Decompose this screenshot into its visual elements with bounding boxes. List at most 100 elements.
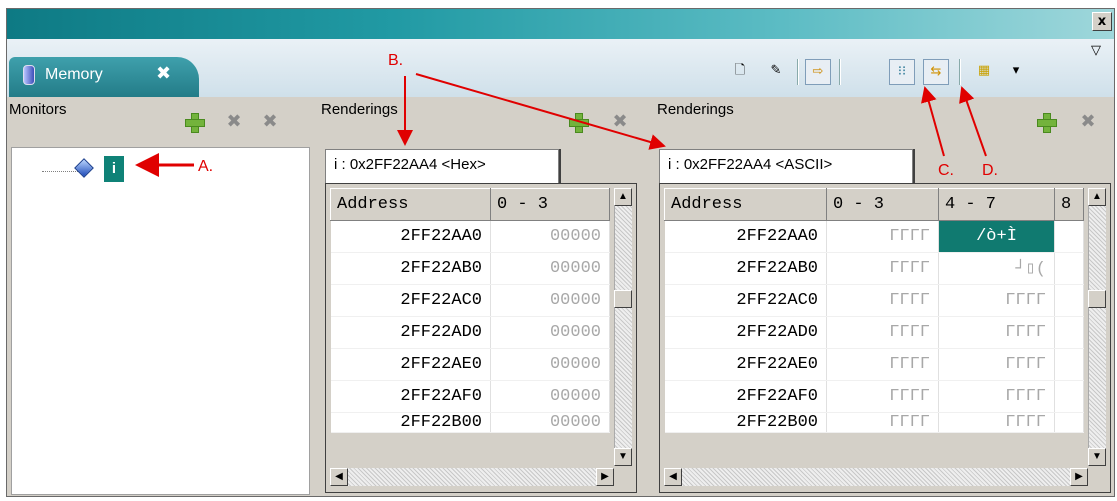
edit-icon[interactable]: ✎ [763,59,789,85]
annotation-label-a: A. [198,158,214,175]
column-header[interactable]: 0 - 3 [826,188,939,221]
remove-all-monitors-icon[interactable]: ✖ [261,113,279,131]
scroll-down-button[interactable]: ▼ [614,448,632,466]
memory-cell[interactable]: 00000 [490,220,610,253]
memory-icon [23,65,35,85]
scroll-up-button[interactable]: ▲ [614,188,632,206]
column-header[interactable]: 8 [1054,188,1084,221]
vertical-scrollbar[interactable] [1088,188,1106,466]
memory-cell[interactable]: ΓΓΓΓ [826,284,939,317]
address-cell[interactable]: 2FF22AE0 [664,348,827,381]
window-close-button[interactable]: x [1092,12,1112,31]
memory-cell-selected[interactable]: /ò+Ì [938,220,1055,253]
monitor-item-i[interactable]: i [104,156,124,182]
add-monitor-icon[interactable] [185,113,205,133]
address-cell[interactable]: 2FF22AF0 [664,380,827,413]
address-cell[interactable]: 2FF22AC0 [330,284,491,317]
memory-cell[interactable]: ΓΓΓΓ [826,380,939,413]
scroll-up-button[interactable]: ▲ [1088,188,1106,206]
horizontal-scrollbar[interactable] [330,468,614,486]
add-rendering-right-icon[interactable] [1037,113,1057,133]
toolbar-separator [797,59,799,85]
vertical-scrollbar[interactable] [614,188,632,466]
window-titlebar: x [7,9,1114,39]
memory-cell[interactable] [1054,412,1084,433]
memory-cell[interactable] [1054,220,1084,253]
address-cell[interactable]: 2FF22AB0 [330,252,491,285]
link-renderings-icon[interactable]: ⇨ [805,59,831,85]
scroll-right-button[interactable]: ▶ [1070,468,1088,486]
address-cell[interactable]: 2FF22AA0 [664,220,827,253]
memory-cell[interactable] [1054,284,1084,317]
memory-cell[interactable]: ΓΓΓΓ [938,348,1055,381]
swap-renderings-icon[interactable]: ⇆ [923,59,949,85]
column-header[interactable]: Address [330,188,491,221]
memory-cell[interactable]: ΓΓΓΓ [938,316,1055,349]
memory-cell[interactable]: ΓΓΓΓ [826,220,939,253]
table-row: 2FF22AB0 00000 [330,252,610,285]
scroll-left-button[interactable]: ◀ [664,468,682,486]
memory-cell[interactable]: ΓΓΓΓ [826,316,939,349]
memory-cell[interactable]: 00000 [490,252,610,285]
address-cell[interactable]: 2FF22B00 [330,412,491,433]
memory-cell[interactable] [1054,380,1084,413]
memory-cell[interactable]: 00000 [490,412,610,433]
scroll-right-button[interactable]: ▶ [596,468,614,486]
layout-icon[interactable]: ▦ [971,59,997,85]
memory-cell[interactable] [1054,316,1084,349]
ascii-memory-table: Address 0 - 34 - 78 2FF22AA0 ΓΓΓΓ/ò+Ì 2FF2… [664,188,1084,433]
table-row: 2FF22AE0 ΓΓΓΓ ΓΓΓΓ [664,348,1084,381]
column-header[interactable]: 4 - 7 [938,188,1055,221]
memory-cell[interactable]: 00000 [490,316,610,349]
horizontal-scrollbar[interactable] [664,468,1088,486]
view-menu-icon[interactable]: ▽ [1083,39,1109,65]
chevron-down-icon[interactable]: ▾ [1003,59,1029,85]
remove-rendering-left-icon[interactable]: ✖ [611,113,629,131]
new-page-icon[interactable]: 🗋 [727,59,753,85]
memory-cell[interactable]: ΓΓΓΓ [938,284,1055,317]
address-cell[interactable]: 2FF22AD0 [330,316,491,349]
memory-cell[interactable] [1054,252,1084,285]
memory-cell[interactable]: 00000 [490,380,610,413]
table-row: 2FF22AA0 ΓΓΓΓ/ò+Ì [664,220,1084,253]
view-toolbar: Memory ✖ 🗋 ✎ ⇨ ⁝⁝ ⇆ ▦ ▾ ▽ [7,39,1114,97]
remove-rendering-right-icon[interactable]: ✖ [1079,113,1097,131]
toggle-split-pane-icon[interactable]: ⁝⁝ [889,59,915,85]
add-rendering-left-icon[interactable] [569,113,589,133]
memory-cell[interactable]: ΓΓΓΓ [826,412,939,433]
column-header[interactable]: 0 - 3 [490,188,610,221]
address-cell[interactable]: 2FF22AD0 [664,316,827,349]
screenshot-frame: x Memory ✖ 🗋 ✎ ⇨ ⁝⁝ ⇆ ▦ ▾ ▽ Monitors ✖ ✖… [0,0,1117,501]
address-cell[interactable]: 2FF22AC0 [664,284,827,317]
remove-monitor-icon[interactable]: ✖ [225,113,243,131]
memory-view: x Memory ✖ 🗋 ✎ ⇨ ⁝⁝ ⇆ ▦ ▾ ▽ Monitors ✖ ✖… [6,8,1115,497]
column-header[interactable]: Address [664,188,827,221]
ascii-rendering-tab[interactable]: i : 0x2FF22AA4 <ASCII> [659,149,913,183]
address-cell[interactable]: 2FF22AB0 [664,252,827,285]
address-cell[interactable]: 2FF22AE0 [330,348,491,381]
memory-cell[interactable]: 00000 [490,348,610,381]
address-cell[interactable]: 2FF22AA0 [330,220,491,253]
hex-rendering-tab[interactable]: i : 0x2FF22AA4 <Hex> [325,149,559,183]
memory-cell[interactable]: ΓΓΓΓ [938,380,1055,413]
table-row: 2FF22AC0 00000 [330,284,610,317]
table-row: 2FF22B00 ΓΓΓΓ ΓΓΓΓ [664,412,1084,433]
memory-cell[interactable]: ΓΓΓΓ [826,252,939,285]
memory-cell[interactable]: ΓΓΓΓ [826,348,939,381]
address-cell[interactable]: 2FF22B00 [664,412,827,433]
scroll-thumb[interactable] [614,290,632,308]
memory-view-tab[interactable]: Memory ✖ [9,57,199,97]
table-row: 2FF22AB0 ΓΓΓΓ ┘▯( [664,252,1084,285]
address-cell[interactable]: 2FF22AF0 [330,380,491,413]
memory-cell[interactable] [1054,348,1084,381]
scroll-thumb[interactable] [1088,290,1106,308]
memory-cell[interactable]: ┘▯( [938,252,1055,285]
scroll-left-button[interactable]: ◀ [330,468,348,486]
memory-cell[interactable]: ΓΓΓΓ [938,412,1055,433]
memory-tab-close-button[interactable]: ✖ [156,63,171,84]
toolbar-separator [839,59,841,85]
memory-cell[interactable]: 00000 [490,284,610,317]
monitors-title: Monitors [9,101,67,118]
scroll-down-button[interactable]: ▼ [1088,448,1106,466]
table-row: 2FF22AC0 ΓΓΓΓ ΓΓΓΓ [664,284,1084,317]
